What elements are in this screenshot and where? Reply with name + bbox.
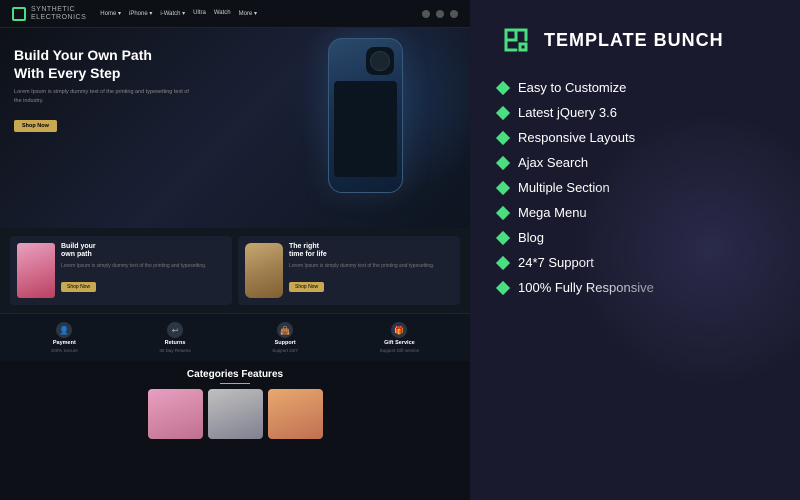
category-thumb-3 [268,389,323,439]
categories-grid [10,389,460,439]
feature-returns: ↩ Returns 30 Day Returns [159,322,190,353]
diamond-icon-8 [496,255,510,269]
product-cards-row: Build yourown path Lorem Ipsum is simply… [0,228,470,313]
feature-list-label-9: 100% Fully Responsive [518,280,654,295]
category-thumb-1 [148,389,203,439]
feature-list-label-3: Responsive Layouts [518,130,635,145]
preview-logo: SYNTHETIC ELECTRONICS [12,6,86,21]
diamond-icon-5 [496,180,510,194]
preview-nav-links: Home ▾ iPhone ▾ i-Watch ▾ Ultra Watch Mo… [100,10,257,17]
diamond-icon-7 [496,230,510,244]
feature-list-item: 24*7 Support [498,255,772,270]
product-phone-btn[interactable]: Shop Now [61,282,96,292]
feature-gift: 🎁 Gift Service Support Gift service [380,322,420,353]
feature-list-label-7: Blog [518,230,544,245]
feature-payment-label: Payment [53,340,76,346]
nav-home: Home ▾ [100,10,121,17]
feature-list-label-5: Multiple Section [518,180,610,195]
categories-divider [220,383,250,384]
categories-title: Categories Features [10,369,460,380]
feature-list-item: Latest jQuery 3.6 [498,105,772,120]
diamond-icon-1 [496,80,510,94]
payment-icon: 👤 [56,322,72,338]
feature-list-item: Responsive Layouts [498,130,772,145]
product-watch-desc: Lorem Ipsum is simply dummy text of the … [289,263,453,271]
feature-returns-label: Returns [165,340,186,346]
categories-section: Categories Features [0,361,470,445]
hero-section: Build Your Own PathWith Every Step Lorem… [0,28,470,228]
diamond-icon-4 [496,155,510,169]
feature-gift-label: Gift Service [384,340,415,346]
feature-list-item: Easy to Customize [498,80,772,95]
phone-camera [366,47,394,75]
feature-support: 👜 Support Support 24/7 [272,322,298,353]
phone-screen [334,81,397,177]
nav-iwatch: i-Watch ▾ [160,10,185,17]
brand-logo-icon [498,22,534,58]
diamond-icon-2 [496,105,510,119]
product-card-phone: Build yourown path Lorem Ipsum is simply… [10,236,232,305]
feature-list-label-6: Mega Menu [518,205,587,220]
feature-list-label-2: Latest jQuery 3.6 [518,105,617,120]
product-phone-info: Build yourown path Lorem Ipsum is simply… [61,243,225,293]
nav-iphone: iPhone ▾ [129,10,152,17]
gift-icon: 🎁 [391,322,407,338]
nav-ultra: Ultra [193,10,206,17]
support-icon: 👜 [277,322,293,338]
feature-list-item: Blog [498,230,772,245]
feature-list-label-8: 24*7 Support [518,255,594,270]
feature-list-label-1: Easy to Customize [518,80,626,95]
product-watch-image [245,243,283,298]
feature-returns-sublabel: 30 Day Returns [159,348,190,353]
product-watch-btn[interactable]: Shop Now [289,282,324,292]
category-thumb-2 [208,389,263,439]
feature-payment-sublabel: 100% Secure [51,348,78,353]
diamond-icon-6 [496,205,510,219]
features-bar: 👤 Payment 100% Secure ↩ Returns 30 Day R… [0,313,470,361]
preview-navbar: SYNTHETIC ELECTRONICS Home ▾ iPhone ▾ i-… [0,0,470,28]
brand-name-text: TEMPLATE BUNCH [544,30,724,51]
brand-header: TEMPLATE BUNCH [498,22,772,58]
product-phone-title: Build yourown path [61,243,225,260]
phone-shape [328,38,403,193]
hero-shop-now-button[interactable]: Shop Now [14,120,57,132]
feature-list-item: Mega Menu [498,205,772,220]
preview-logo-icon [12,7,26,21]
nav-more: More ▾ [239,10,257,17]
feature-list-item: 100% Fully Responsive [498,280,772,295]
features-list: Easy to Customize Latest jQuery 3.6 Resp… [498,80,772,295]
hero-text: Build Your Own PathWith Every Step Lorem… [14,46,194,132]
feature-list-label-4: Ajax Search [518,155,588,170]
product-phone-image [17,243,55,298]
feature-support-sublabel: Support 24/7 [272,348,298,353]
product-card-watch: The righttime for life Lorem Ipsum is si… [238,236,460,305]
user-icon [436,10,444,18]
feature-list-item: Ajax Search [498,155,772,170]
cart-icon [450,10,458,18]
nav-icons-group [422,10,458,18]
returns-icon: ↩ [167,322,183,338]
search-icon [422,10,430,18]
website-preview: SYNTHETIC ELECTRONICS Home ▾ iPhone ▾ i-… [0,0,470,500]
product-watch-title: The righttime for life [289,243,453,260]
feature-gift-sublabel: Support Gift service [380,348,420,353]
hero-phone-image [320,38,410,218]
preview-logo-text: SYNTHETIC ELECTRONICS [31,6,86,21]
product-watch-info: The righttime for life Lorem Ipsum is si… [289,243,453,293]
feature-payment: 👤 Payment 100% Secure [51,322,78,353]
diamond-icon-9 [496,280,510,294]
product-phone-desc: Lorem Ipsum is simply dummy text of the … [61,263,225,271]
diamond-icon-3 [496,130,510,144]
feature-support-label: Support [275,340,296,346]
hero-title: Build Your Own PathWith Every Step [14,46,194,82]
nav-watch: Watch [214,10,231,17]
hero-description: Lorem Ipsum is simply dummy text of the … [14,88,194,106]
right-panel: TEMPLATE BUNCH Easy to Customize Latest … [470,0,800,500]
feature-list-item: Multiple Section [498,180,772,195]
